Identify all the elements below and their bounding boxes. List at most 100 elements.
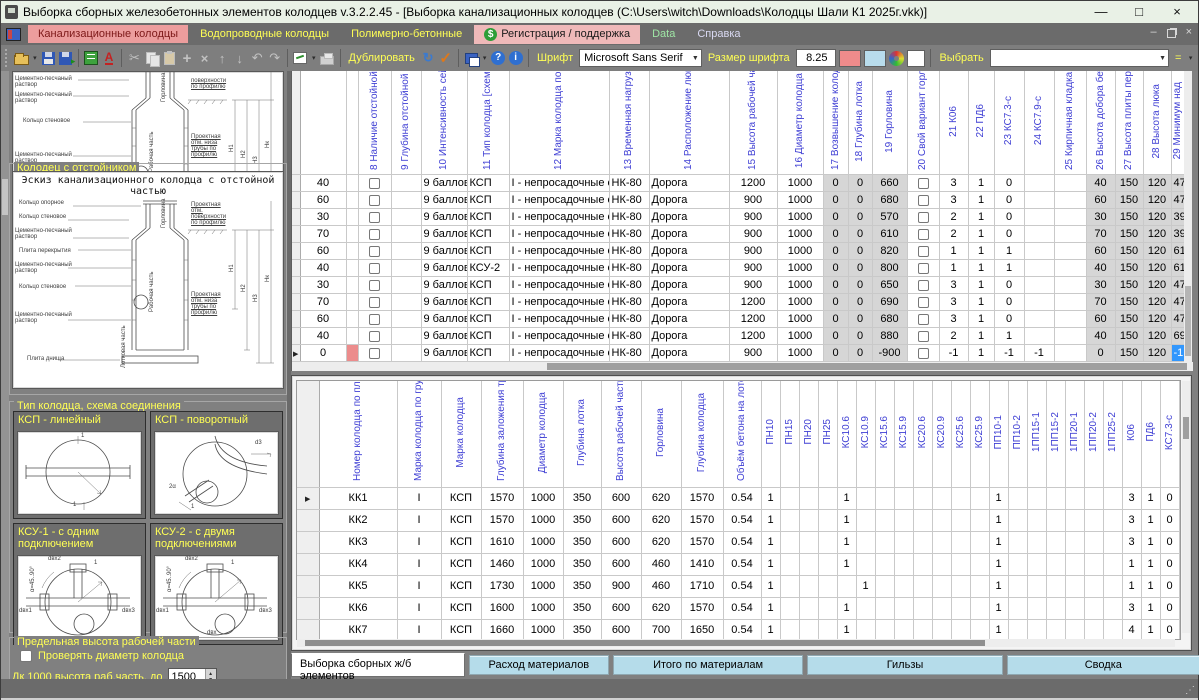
cell[interactable]: [1046, 487, 1065, 509]
cell[interactable]: НК-80: [609, 294, 649, 311]
column-header[interactable]: 25 Кирпичная кладка, ряды: [1054, 71, 1086, 175]
cell[interactable]: КСП: [441, 487, 481, 509]
cell[interactable]: КСП: [441, 597, 481, 619]
cell[interactable]: 0: [1160, 575, 1179, 597]
cell[interactable]: 0: [1160, 487, 1179, 509]
cell[interactable]: [358, 209, 391, 226]
cell[interactable]: [970, 597, 989, 619]
cell[interactable]: 0: [848, 260, 872, 277]
table-row[interactable]: 30 9 баллов КСП I - непросадочные сухи..…: [292, 277, 1185, 294]
cell[interactable]: 1: [761, 597, 780, 619]
cell[interactable]: 30: [1086, 209, 1115, 226]
cell[interactable]: 900: [729, 209, 777, 226]
cell[interactable]: Дорога: [649, 192, 729, 209]
mdi-close-icon[interactable]: ×: [1186, 26, 1192, 38]
cell[interactable]: 150: [1115, 243, 1143, 260]
table-row[interactable]: КК5 I КСП 1730 1000 350 900 460 1710 0.5…: [297, 575, 1181, 597]
column-header[interactable]: 16 Диаметр колодца: [777, 71, 823, 175]
cell[interactable]: 3: [1122, 597, 1141, 619]
cell[interactable]: 3: [1122, 509, 1141, 531]
cell[interactable]: 0: [823, 260, 848, 277]
cell[interactable]: 620: [641, 509, 681, 531]
cell[interactable]: 1000: [523, 619, 563, 640]
cell[interactable]: 1000: [523, 487, 563, 509]
cell[interactable]: -1: [994, 345, 1024, 362]
column-header[interactable]: 13 Временная нагрузка: [609, 71, 649, 175]
cell[interactable]: [391, 277, 421, 294]
cell[interactable]: 1000: [777, 243, 823, 260]
cell[interactable]: 690: [872, 294, 907, 311]
checkbox[interactable]: [369, 263, 380, 274]
column-header[interactable]: 26 Высота добора бетоном, мм: [1086, 71, 1115, 175]
cell[interactable]: [894, 531, 913, 553]
equals-button[interactable]: =: [1172, 52, 1184, 64]
column-header[interactable]: Высота рабочей части: [601, 381, 641, 487]
cell[interactable]: 1710: [681, 575, 723, 597]
cell[interactable]: [1054, 260, 1086, 277]
checkbox[interactable]: [369, 246, 380, 257]
cell[interactable]: 1: [1141, 619, 1160, 640]
cell[interactable]: 1000: [777, 192, 823, 209]
cell[interactable]: КСП: [441, 553, 481, 575]
cell[interactable]: Дорога: [649, 277, 729, 294]
cell[interactable]: [1008, 553, 1027, 575]
cell[interactable]: [907, 328, 939, 345]
cell[interactable]: 1: [837, 553, 856, 575]
column-header[interactable]: 22 ПД6: [968, 71, 994, 175]
cell[interactable]: [875, 619, 894, 640]
toolbar-overflow-icon[interactable]: ▾: [1187, 54, 1193, 62]
cell[interactable]: 1570: [681, 509, 723, 531]
cell[interactable]: [391, 226, 421, 243]
windows-button[interactable]: [464, 49, 479, 67]
cell[interactable]: 40: [300, 175, 346, 192]
cell[interactable]: КК1: [319, 487, 397, 509]
checkbox[interactable]: [918, 246, 929, 257]
cell[interactable]: 0: [848, 294, 872, 311]
tab-sleeves[interactable]: Гильзы: [807, 655, 1002, 675]
cell[interactable]: 1460: [481, 553, 523, 575]
cell[interactable]: 47: [1171, 175, 1185, 192]
cell[interactable]: [951, 509, 970, 531]
cell[interactable]: КСП: [467, 192, 509, 209]
cell[interactable]: 47: [1171, 192, 1185, 209]
cell[interactable]: 47: [1171, 277, 1185, 294]
cell[interactable]: 0: [823, 277, 848, 294]
cell[interactable]: 2: [939, 209, 968, 226]
column-header[interactable]: КС25.9: [970, 381, 989, 487]
cell[interactable]: 3: [939, 192, 968, 209]
cell[interactable]: 47: [1171, 294, 1185, 311]
checkbox[interactable]: [918, 348, 929, 359]
cell[interactable]: [1065, 575, 1084, 597]
cell[interactable]: 60: [300, 311, 346, 328]
cell[interactable]: -1: [939, 345, 968, 362]
cell[interactable]: [913, 575, 932, 597]
cell[interactable]: [799, 553, 818, 575]
cell[interactable]: 120: [1143, 192, 1171, 209]
cell[interactable]: 1: [994, 260, 1024, 277]
cell[interactable]: [1103, 487, 1122, 509]
menu-sewer-wells[interactable]: Канализационные колодцы: [28, 25, 188, 43]
cell[interactable]: [1008, 487, 1027, 509]
cell[interactable]: I - непросадочные сухи...: [509, 226, 609, 243]
cell[interactable]: 120: [1143, 294, 1171, 311]
cell[interactable]: 120: [1143, 243, 1171, 260]
cell[interactable]: 900: [729, 260, 777, 277]
cell[interactable]: КК3: [319, 531, 397, 553]
cell[interactable]: [932, 553, 951, 575]
checkbox[interactable]: [918, 178, 929, 189]
table-row[interactable]: 70 9 баллов КСП I - непросадочные сухи..…: [292, 226, 1185, 243]
cell[interactable]: [818, 487, 837, 509]
cell[interactable]: [1103, 509, 1122, 531]
cell[interactable]: [818, 553, 837, 575]
cell[interactable]: 0: [848, 328, 872, 345]
cell[interactable]: [358, 328, 391, 345]
cell[interactable]: 0: [823, 311, 848, 328]
cell[interactable]: 1: [994, 243, 1024, 260]
cell[interactable]: 0: [1179, 597, 1181, 619]
column-header[interactable]: ПН15: [780, 381, 799, 487]
cell[interactable]: 900: [729, 243, 777, 260]
cell[interactable]: 1: [837, 487, 856, 509]
column-header[interactable]: ПП10-2: [1008, 381, 1027, 487]
close-button[interactable]: ×: [1158, 1, 1196, 23]
cell[interactable]: 1: [1122, 575, 1141, 597]
